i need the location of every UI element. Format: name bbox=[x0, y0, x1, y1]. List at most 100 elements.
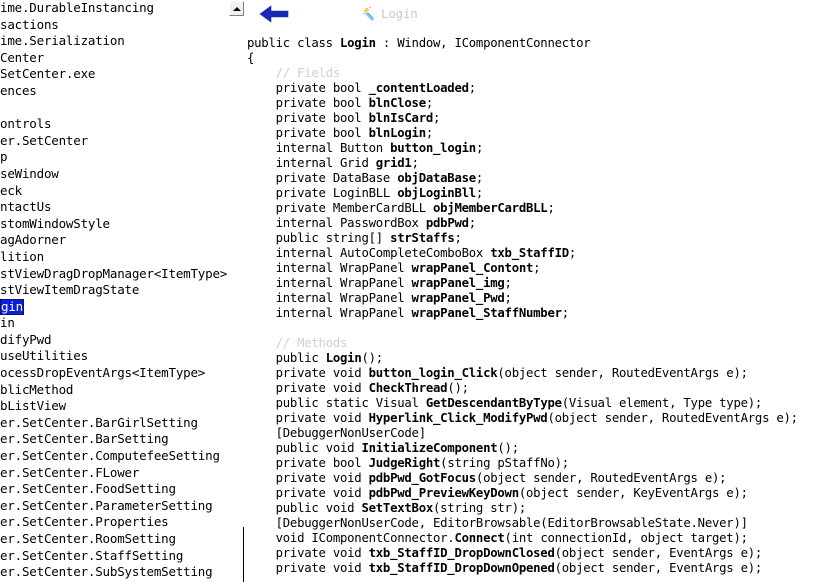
code-line[interactable]: private bool blnClose; bbox=[247, 96, 825, 111]
tree-row[interactable]: stomWindowStyle bbox=[0, 216, 228, 233]
code-line[interactable]: private void pdbPwd_PreviewKeyDown(objec… bbox=[247, 486, 825, 501]
tree-row[interactable]: difyPwd bbox=[0, 332, 228, 349]
code-identifier[interactable]: button_login_Click bbox=[369, 366, 498, 380]
back-button[interactable] bbox=[257, 2, 291, 28]
namespace-tree-list[interactable]: ime.DurableInstancing sactions ime.Seriali… bbox=[0, 0, 228, 582]
code-line[interactable]: internal WrapPanel wrapPanel_Pwd; bbox=[247, 291, 825, 306]
code-identifier[interactable]: wrapPanel_img bbox=[412, 276, 505, 290]
code-identifier[interactable]: blnClose bbox=[369, 96, 426, 110]
tree-row[interactable]: stViewItemDragState bbox=[0, 282, 228, 299]
tree-row[interactable]: bListView bbox=[0, 398, 228, 415]
code-line[interactable]: private bool blnIsCard; bbox=[247, 111, 825, 126]
code-line[interactable]: void IComponentConnector.Connect(int con… bbox=[247, 531, 825, 546]
code-identifier[interactable]: txb_StaffID_DropDownClosed bbox=[369, 546, 555, 560]
code-line[interactable]: private bool blnLogin; bbox=[247, 126, 825, 141]
code-line[interactable]: public void InitializeComponent(); bbox=[247, 441, 825, 456]
tree-row[interactable]: SetCenter.exe bbox=[0, 66, 228, 83]
namespace-tree-pane[interactable]: ime.DurableInstancing sactions ime.Seriali… bbox=[0, 0, 228, 582]
code-line[interactable]: public static Visual GetDescendantByType… bbox=[247, 396, 825, 411]
code-identifier[interactable]: Login bbox=[340, 36, 376, 50]
tree-row[interactable]: ocessDropEventArgs<ItemType> bbox=[0, 365, 228, 382]
code-listing[interactable]: public class Login : Window, IComponentC… bbox=[247, 36, 825, 576]
code-line[interactable]: public class Login : Window, IComponentC… bbox=[247, 36, 825, 51]
tree-row[interactable]: lition bbox=[0, 249, 228, 266]
tree-row[interactable]: er.SetCenter.SubSystemSetting bbox=[0, 564, 228, 581]
tree-row[interactable]: ime.DurableInstancing bbox=[0, 0, 228, 17]
code-identifier[interactable]: txb_StaffID bbox=[490, 246, 569, 260]
code-line[interactable]: internal WrapPanel wrapPanel_img; bbox=[247, 276, 825, 291]
code-identifier[interactable]: objLoginBll bbox=[397, 186, 476, 200]
tree-row[interactable]: seWindow bbox=[0, 166, 228, 183]
code-identifier[interactable]: grid1 bbox=[376, 156, 412, 170]
tree-row[interactable]: er.SetCenter.RoomSetting bbox=[0, 531, 228, 548]
code-identifier[interactable]: strStaffs bbox=[390, 231, 455, 245]
code-identifier[interactable]: pdbPwd bbox=[426, 216, 469, 230]
tree-row[interactable]: Center bbox=[0, 50, 228, 67]
tree-row[interactable]: er.SetCenter.FLower bbox=[0, 465, 228, 482]
code-identifier[interactable]: objDataBase bbox=[397, 171, 476, 185]
tree-row[interactable]: gin bbox=[0, 298, 228, 316]
code-identifier[interactable]: SetTextBox bbox=[361, 501, 433, 515]
tree-row[interactable]: er.SetCenter.StaffSetting bbox=[0, 548, 228, 565]
tree-vertical-scrollbar[interactable] bbox=[228, 0, 246, 582]
tree-row[interactable]: er.SetCenter bbox=[0, 133, 228, 150]
tree-row[interactable]: er.SetCenter.ComputefeeSetting bbox=[0, 448, 228, 465]
code-identifier[interactable]: InitializeComponent bbox=[361, 441, 497, 455]
code-line[interactable]: private void CheckThread(); bbox=[247, 381, 825, 396]
tree-row[interactable]: er.SetCenter.BarSetting bbox=[0, 431, 228, 448]
code-line[interactable]: private void button_login_Click(object s… bbox=[247, 366, 825, 381]
code-identifier[interactable]: blnIsCard bbox=[369, 111, 434, 125]
code-line[interactable]: internal WrapPanel wrapPanel_Contont; bbox=[247, 261, 825, 276]
code-identifier[interactable]: pdbPwd_GotFocus bbox=[369, 471, 477, 485]
code-line[interactable]: private void pdbPwd_GotFocus(object send… bbox=[247, 471, 825, 486]
tree-row[interactable]: ences bbox=[0, 83, 228, 100]
code-line[interactable]: // Methods bbox=[247, 336, 825, 351]
code-line[interactable]: private bool _contentLoaded; bbox=[247, 81, 825, 96]
code-line[interactable]: private MemberCardBLL objMemberCardBLL; bbox=[247, 201, 825, 216]
code-line[interactable]: internal AutoCompleteComboBox txb_StaffI… bbox=[247, 246, 825, 261]
code-line[interactable]: internal PasswordBox pdbPwd; bbox=[247, 216, 825, 231]
code-identifier[interactable]: CheckThread bbox=[369, 381, 448, 395]
code-line[interactable]: [DebuggerNonUserCode] bbox=[247, 426, 825, 441]
code-line[interactable]: internal Button button_login; bbox=[247, 141, 825, 156]
tree-row[interactable]: ontrols bbox=[0, 116, 228, 133]
code-line[interactable]: private void txb_StaffID_DropDownClosed(… bbox=[247, 546, 825, 561]
code-identifier[interactable]: pdbPwd_PreviewKeyDown bbox=[369, 486, 519, 500]
code-line[interactable]: private void Hyperlink_Click_ModifyPwd(o… bbox=[247, 411, 825, 426]
tree-row[interactable]: er.SetCenter.BarGirlSetting bbox=[0, 415, 228, 432]
code-identifier[interactable]: wrapPanel_StaffNumber bbox=[412, 306, 562, 320]
code-identifier[interactable]: wrapPanel_Pwd bbox=[412, 291, 505, 305]
tree-row[interactable]: er.SetCenter.Properties bbox=[0, 514, 228, 531]
code-identifier[interactable]: JudgeRight bbox=[369, 456, 441, 470]
code-identifier[interactable]: objMemberCardBLL bbox=[433, 201, 548, 215]
code-line[interactable]: internal Grid grid1; bbox=[247, 156, 825, 171]
tree-row[interactable]: ime.Serialization bbox=[0, 33, 228, 50]
code-identifier[interactable]: Login bbox=[326, 351, 362, 365]
tree-row[interactable]: sactions bbox=[0, 17, 228, 34]
code-line[interactable]: private bool JudgeRight(string pStaffNo)… bbox=[247, 456, 825, 471]
code-line[interactable]: [DebuggerNonUserCode, EditorBrowsable(Ed… bbox=[247, 516, 825, 531]
code-line[interactable]: public string[] strStaffs; bbox=[247, 231, 825, 246]
tree-row[interactable]: useUtilities bbox=[0, 348, 228, 365]
code-line[interactable]: private void txb_StaffID_DropDownOpened(… bbox=[247, 561, 825, 576]
code-identifier[interactable]: txb_StaffID_DropDownOpened bbox=[369, 561, 555, 575]
code-line[interactable]: { bbox=[247, 51, 825, 66]
code-identifier[interactable]: GetDescendantByType bbox=[426, 396, 562, 410]
tree-row[interactable]: in bbox=[0, 315, 228, 332]
code-identifier[interactable]: wrapPanel_Contont bbox=[412, 261, 534, 275]
tree-row[interactable]: eck bbox=[0, 183, 228, 200]
code-line[interactable]: internal WrapPanel wrapPanel_StaffNumber… bbox=[247, 306, 825, 321]
tree-row[interactable]: blicMethod bbox=[0, 382, 228, 399]
code-identifier[interactable]: Connect bbox=[454, 531, 504, 545]
tree-row[interactable]: er.SetCenter.ParameterSetting bbox=[0, 498, 228, 515]
code-identifier[interactable]: _contentLoaded bbox=[369, 81, 469, 95]
scroll-up-button[interactable] bbox=[229, 1, 244, 16]
code-line[interactable]: // Fields bbox=[247, 66, 825, 81]
code-line[interactable]: public void SetTextBox(string str); bbox=[247, 501, 825, 516]
code-line[interactable]: private DataBase objDataBase; bbox=[247, 171, 825, 186]
tree-row[interactable]: ntactUs bbox=[0, 199, 228, 216]
tree-row[interactable]: er.SetCenter.FoodSetting bbox=[0, 481, 228, 498]
code-identifier[interactable]: Hyperlink_Click_ModifyPwd bbox=[369, 411, 548, 425]
tree-row[interactable]: p bbox=[0, 149, 228, 166]
code-line[interactable]: public Login(); bbox=[247, 351, 825, 366]
